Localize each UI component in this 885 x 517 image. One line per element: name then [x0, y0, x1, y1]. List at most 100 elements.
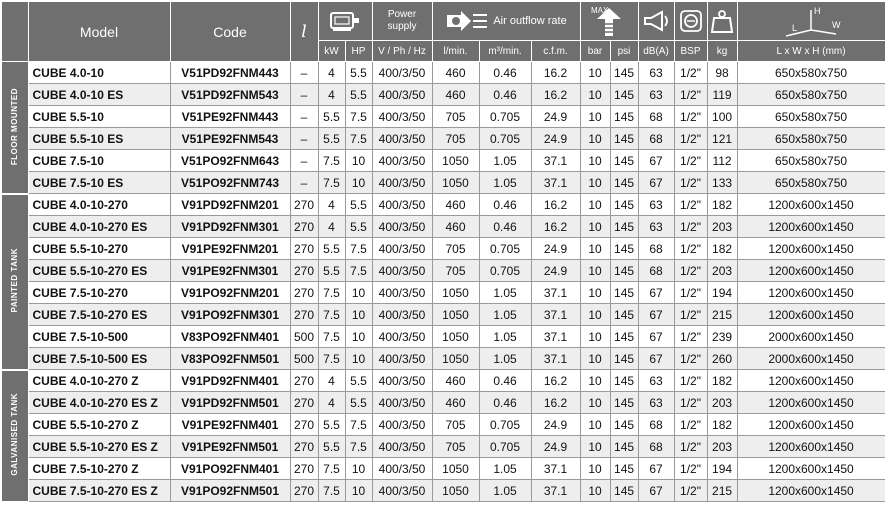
cell-code: V51PD92FNM543: [170, 83, 291, 106]
cell-model: CUBE 5.5-10-270 Z: [28, 413, 171, 436]
cell-pressure-bar: 10: [580, 237, 611, 260]
cell-connection-bsp: 1/2": [674, 193, 708, 216]
cell-power-kw: 5.5: [318, 413, 346, 436]
cell-power-supply: 400/3/50: [372, 435, 433, 458]
cell-flow-cfm: 37.1: [531, 325, 581, 348]
cell-weight-kg: 215: [707, 479, 738, 502]
header-code: Code: [170, 2, 291, 62]
cell-tank-litres: 270: [290, 435, 319, 458]
cell-pressure-psi: 145: [610, 127, 639, 150]
cell-pressure-psi: 145: [610, 83, 639, 106]
cell-power-kw: 4: [318, 391, 346, 414]
cell-dimensions: 1200x600x1450: [737, 413, 885, 436]
weight-icon: [710, 10, 734, 33]
cell-flow-cfm: 16.2: [531, 215, 581, 238]
cell-weight-kg: 194: [707, 281, 738, 304]
cell-model: CUBE 5.5-10: [28, 105, 171, 128]
cell-weight-kg: 133: [707, 171, 738, 194]
cell-weight-kg: 239: [707, 325, 738, 348]
unit-bsp: BSP: [674, 40, 708, 62]
cell-flow-m3-min: 0.46: [479, 61, 532, 84]
dim-l-label: L: [792, 23, 797, 33]
cell-power-kw: 4: [318, 369, 346, 392]
cell-connection-bsp: 1/2": [674, 369, 708, 392]
cell-flow-m3-min: 0.705: [479, 435, 532, 458]
cell-flow-m3-min: 0.705: [479, 127, 532, 150]
cell-flow-l-min: 1050: [432, 347, 480, 370]
unit-cfm: c.f.m.: [531, 40, 581, 62]
air-fan-icon: [447, 11, 488, 31]
cell-model: CUBE 5.5-10-270 ES: [28, 259, 171, 282]
cell-power-supply: 400/3/50: [372, 171, 433, 194]
cell-flow-l-min: 705: [432, 127, 480, 150]
cell-model: CUBE 7.5-10-270: [28, 281, 171, 304]
cell-flow-m3-min: 1.05: [479, 171, 532, 194]
cell-power-hp: 10: [345, 457, 373, 480]
compressor-spec-table: Model Code l Power supply Air outflow ra…: [2, 2, 885, 503]
max-pressure-icon: MAX: [591, 6, 622, 36]
cell-pressure-bar: 10: [580, 259, 611, 282]
cell-connection-bsp: 1/2": [674, 259, 708, 282]
dim-h-label: H: [814, 6, 821, 16]
cell-dimensions: 1200x600x1450: [737, 237, 885, 260]
cell-pressure-psi: 145: [610, 171, 639, 194]
cell-pressure-psi: 145: [610, 237, 639, 260]
cell-flow-m3-min: 0.705: [479, 413, 532, 436]
cell-code: V91PO92FNM401: [170, 457, 291, 480]
cell-flow-l-min: 705: [432, 413, 480, 436]
cell-flow-cfm: 37.1: [531, 281, 581, 304]
cell-pressure-psi: 145: [610, 149, 639, 172]
cell-flow-cfm: 37.1: [531, 457, 581, 480]
cell-model: CUBE 4.0-10-270 ES: [28, 215, 171, 238]
table-row: CUBE 7.5-10-270 Z V91PO92FNM401 270 7.5 10 40…: [2, 457, 885, 480]
cell-model: CUBE 5.5-10-270: [28, 237, 171, 260]
cell-noise-dba: 68: [638, 237, 675, 260]
cell-connection-bsp: 1/2": [674, 105, 708, 128]
unit-psi: psi: [610, 40, 639, 62]
table-row: CUBE 7.5-10-500 ES V83PO92FNM501 500 7.5 10 4…: [2, 347, 885, 370]
cell-code: V51PE92FNM443: [170, 105, 291, 128]
table-row: FLOOR MOUNTED CUBE 4.0-10 V51PD92FNM443–4 5…: [2, 61, 885, 195]
cell-power-hp: 10: [345, 303, 373, 326]
cell-model: CUBE 7.5-10 ES: [28, 171, 171, 194]
cell-flow-l-min: 460: [432, 369, 480, 392]
table-row: GALVANISED TANK CUBE 4.0-10-270 Z V91PD92F…: [2, 369, 885, 503]
cell-noise-dba: 67: [638, 347, 675, 370]
cell-power-supply: 400/3/50: [372, 237, 433, 260]
motor-icon: [330, 12, 359, 31]
cell-pressure-bar: 10: [580, 479, 611, 502]
cell-flow-l-min: 1050: [432, 457, 480, 480]
cell-noise-dba: 63: [638, 215, 675, 238]
cell-code: V91PO92FNM301: [170, 303, 291, 326]
connection-icon-header: [674, 2, 708, 41]
cell-flow-l-min: 705: [432, 259, 480, 282]
table-row: CUBE 7.5-10-270 ES Z V91PO92FNM501 270 7.5 1…: [2, 479, 885, 502]
cell-model: CUBE 4.0-10 ES: [28, 83, 171, 106]
group-label: PAINTED TANK: [10, 248, 20, 313]
cell-code: V91PD92FNM501: [170, 391, 291, 414]
cell-dimensions: 1200x600x1450: [737, 479, 885, 502]
cell-tank-litres: –: [290, 127, 319, 150]
cell-pressure-psi: 145: [610, 61, 639, 84]
cell-connection-bsp: 1/2": [674, 171, 708, 194]
cell-pressure-psi: 145: [610, 347, 639, 370]
cell-model: CUBE 4.0-10: [28, 61, 171, 84]
cell-dimensions: 650x580x750: [737, 61, 885, 84]
header-air-outflow: Air outflow rate: [432, 2, 581, 41]
cell-dimensions: 650x580x750: [737, 105, 885, 128]
unit-hp: HP: [345, 40, 373, 62]
cell-power-hp: 5.5: [345, 83, 373, 106]
cell-flow-m3-min: 1.05: [479, 347, 532, 370]
cell-noise-dba: 67: [638, 479, 675, 502]
cell-connection-bsp: 1/2": [674, 83, 708, 106]
cell-flow-l-min: 705: [432, 105, 480, 128]
cell-flow-l-min: 460: [432, 215, 480, 238]
cell-model: CUBE 7.5-10-500 ES: [28, 347, 171, 370]
cell-connection-bsp: 1/2": [674, 127, 708, 150]
cell-code: V91PE92FNM301: [170, 259, 291, 282]
cell-power-supply: 400/3/50: [372, 479, 433, 502]
table-row: CUBE 7.5-10 V51PO92FNM643–7.5 10 400/3/50 10…: [2, 149, 885, 172]
cell-tank-litres: 270: [290, 215, 319, 238]
cell-noise-dba: 63: [638, 369, 675, 392]
cell-power-supply: 400/3/50: [372, 325, 433, 348]
